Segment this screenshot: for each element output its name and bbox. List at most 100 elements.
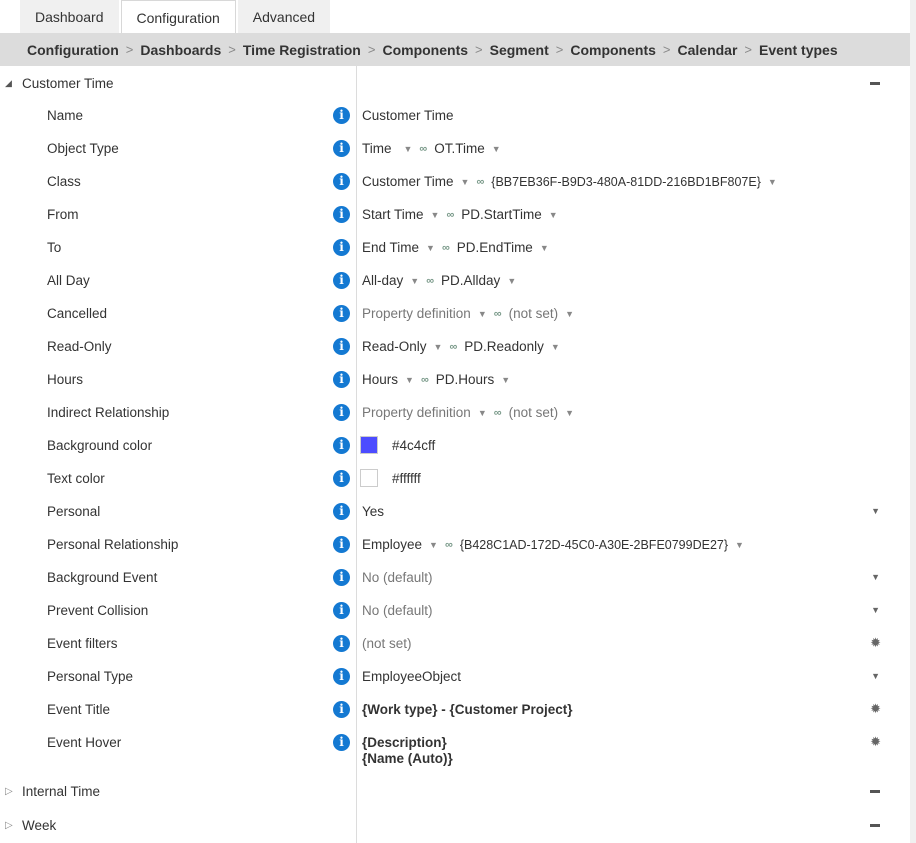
breadcrumb-item-time-registration[interactable]: Time Registration bbox=[243, 42, 361, 58]
minus-icon[interactable] bbox=[870, 824, 880, 827]
triangle-down-icon[interactable]: ◢ bbox=[0, 78, 22, 89]
background-event-select[interactable]: No (default) bbox=[362, 570, 433, 585]
dropdown-arrow-icon[interactable]: ▼ bbox=[565, 408, 574, 418]
dropdown-arrow-icon[interactable]: ▼ bbox=[434, 342, 443, 352]
dropdown-arrow-icon[interactable]: ▼ bbox=[461, 177, 470, 187]
info-icon[interactable]: i bbox=[333, 470, 350, 487]
dropdown-arrow-icon[interactable]: ▼ bbox=[429, 540, 438, 550]
info-icon[interactable]: i bbox=[333, 338, 350, 355]
info-icon[interactable]: i bbox=[333, 206, 350, 223]
from-select[interactable]: Start Time bbox=[362, 207, 424, 222]
personal-type-select[interactable]: EmployeeObject bbox=[362, 669, 461, 684]
indirect-relationship-alias-select[interactable]: (not set) bbox=[509, 405, 559, 420]
breadcrumb-item-segment[interactable]: Segment bbox=[490, 42, 549, 58]
info-icon[interactable]: i bbox=[333, 536, 350, 553]
info-icon[interactable]: i bbox=[333, 404, 350, 421]
dropdown-arrow-icon[interactable]: ▼ bbox=[735, 540, 744, 550]
hours-select[interactable]: Hours bbox=[362, 372, 398, 387]
object-type-alias-select[interactable]: OT.Time bbox=[434, 141, 485, 156]
color-swatch[interactable] bbox=[360, 469, 378, 487]
personal-relationship-select[interactable]: Employee bbox=[362, 537, 422, 552]
dropdown-arrow-icon[interactable]: ▼ bbox=[871, 605, 880, 615]
minus-icon[interactable] bbox=[870, 82, 880, 85]
info-icon[interactable]: i bbox=[333, 107, 350, 124]
gear-icon[interactable]: ✹ bbox=[870, 635, 881, 651]
personal-relationship-alias-select[interactable]: {B428C1AD-172D-45C0-A30E-2BFE0799DE27} bbox=[460, 538, 728, 552]
info-icon[interactable]: i bbox=[333, 635, 350, 652]
breadcrumb-item-components[interactable]: Components bbox=[382, 42, 468, 58]
tab-dashboard[interactable]: Dashboard bbox=[20, 0, 119, 34]
dropdown-arrow-icon[interactable]: ▼ bbox=[410, 276, 419, 286]
read-only-select[interactable]: Read-Only bbox=[362, 339, 427, 354]
cancelled-alias-select[interactable]: (not set) bbox=[509, 306, 559, 321]
to-select[interactable]: End Time bbox=[362, 240, 419, 255]
gear-icon[interactable]: ✹ bbox=[870, 734, 881, 750]
info-icon[interactable]: i bbox=[333, 239, 350, 256]
info-icon[interactable]: i bbox=[333, 602, 350, 619]
info-icon[interactable]: i bbox=[333, 371, 350, 388]
info-icon[interactable]: i bbox=[333, 734, 350, 751]
info-icon[interactable]: i bbox=[333, 305, 350, 322]
info-icon[interactable]: i bbox=[333, 668, 350, 685]
info-icon[interactable]: i bbox=[333, 272, 350, 289]
event-filters-field[interactable]: (not set) bbox=[362, 636, 412, 651]
vertical-scrollbar[interactable] bbox=[910, 0, 916, 843]
dropdown-arrow-icon[interactable]: ▼ bbox=[478, 408, 487, 418]
group-label[interactable]: Week bbox=[22, 818, 56, 833]
dropdown-arrow-icon[interactable]: ▼ bbox=[551, 342, 560, 352]
dropdown-arrow-icon[interactable]: ▼ bbox=[549, 210, 558, 220]
info-icon[interactable]: i bbox=[333, 140, 350, 157]
text-color-field[interactable]: #ffffff bbox=[392, 471, 421, 486]
breadcrumb-item-configuration[interactable]: Configuration bbox=[27, 42, 119, 58]
name-field[interactable]: Customer Time bbox=[362, 108, 454, 123]
read-only-alias-select[interactable]: PD.Readonly bbox=[464, 339, 544, 354]
event-hover-field[interactable]: {Description} {Name (Auto)} bbox=[362, 735, 453, 767]
breadcrumb-item-calendar[interactable]: Calendar bbox=[678, 42, 738, 58]
dropdown-arrow-icon[interactable]: ▼ bbox=[871, 506, 880, 516]
group-label[interactable]: Customer Time bbox=[22, 76, 114, 91]
tab-advanced[interactable]: Advanced bbox=[237, 0, 331, 34]
triangle-right-icon[interactable]: ▷ bbox=[0, 820, 22, 831]
breadcrumb-item-components-2[interactable]: Components bbox=[570, 42, 656, 58]
breadcrumb-item-event-types[interactable]: Event types bbox=[759, 42, 838, 58]
all-day-alias-select[interactable]: PD.Allday bbox=[441, 273, 500, 288]
group-label[interactable]: Internal Time bbox=[22, 784, 100, 799]
dropdown-arrow-icon[interactable]: ▼ bbox=[871, 572, 880, 582]
to-alias-select[interactable]: PD.EndTime bbox=[457, 240, 533, 255]
info-icon[interactable]: i bbox=[333, 437, 350, 454]
dropdown-arrow-icon[interactable]: ▼ bbox=[540, 243, 549, 253]
minus-icon[interactable] bbox=[870, 790, 880, 793]
dropdown-arrow-icon[interactable]: ▼ bbox=[492, 144, 501, 154]
dropdown-arrow-icon[interactable]: ▼ bbox=[431, 210, 440, 220]
gear-icon[interactable]: ✹ bbox=[870, 701, 881, 717]
dropdown-arrow-icon[interactable]: ▼ bbox=[501, 375, 510, 385]
info-icon[interactable]: i bbox=[333, 569, 350, 586]
indirect-relationship-select[interactable]: Property definition bbox=[362, 405, 471, 420]
from-alias-select[interactable]: PD.StartTime bbox=[461, 207, 542, 222]
color-swatch[interactable] bbox=[360, 436, 378, 454]
dropdown-arrow-icon[interactable]: ▼ bbox=[426, 243, 435, 253]
hours-alias-select[interactable]: PD.Hours bbox=[436, 372, 495, 387]
dropdown-arrow-icon[interactable]: ▼ bbox=[507, 276, 516, 286]
dropdown-arrow-icon[interactable]: ▼ bbox=[478, 309, 487, 319]
dropdown-arrow-icon[interactable]: ▼ bbox=[768, 177, 777, 187]
info-icon[interactable]: i bbox=[333, 503, 350, 520]
prevent-collision-select[interactable]: No (default) bbox=[362, 603, 433, 618]
dropdown-arrow-icon[interactable]: ▼ bbox=[871, 671, 880, 681]
dropdown-arrow-icon[interactable]: ▼ bbox=[405, 375, 414, 385]
triangle-right-icon[interactable]: ▷ bbox=[0, 786, 22, 797]
info-icon[interactable]: i bbox=[333, 701, 350, 718]
event-title-field[interactable]: {Work type} - {Customer Project} bbox=[362, 702, 573, 717]
cancelled-select[interactable]: Property definition bbox=[362, 306, 471, 321]
all-day-select[interactable]: All-day bbox=[362, 273, 403, 288]
tab-configuration[interactable]: Configuration bbox=[120, 0, 236, 35]
class-select[interactable]: Customer Time bbox=[362, 174, 454, 189]
class-alias-select[interactable]: {BB7EB36F-B9D3-480A-81DD-216BD1BF807E} bbox=[491, 175, 761, 189]
dropdown-arrow-icon[interactable]: ▼ bbox=[565, 309, 574, 319]
background-color-field[interactable]: #4c4cff bbox=[392, 438, 435, 453]
dropdown-arrow-icon[interactable]: ▼ bbox=[404, 144, 413, 154]
info-icon[interactable]: i bbox=[333, 173, 350, 190]
personal-select[interactable]: Yes bbox=[362, 504, 384, 519]
breadcrumb-item-dashboards[interactable]: Dashboards bbox=[140, 42, 221, 58]
object-type-select[interactable]: Time bbox=[362, 141, 392, 156]
